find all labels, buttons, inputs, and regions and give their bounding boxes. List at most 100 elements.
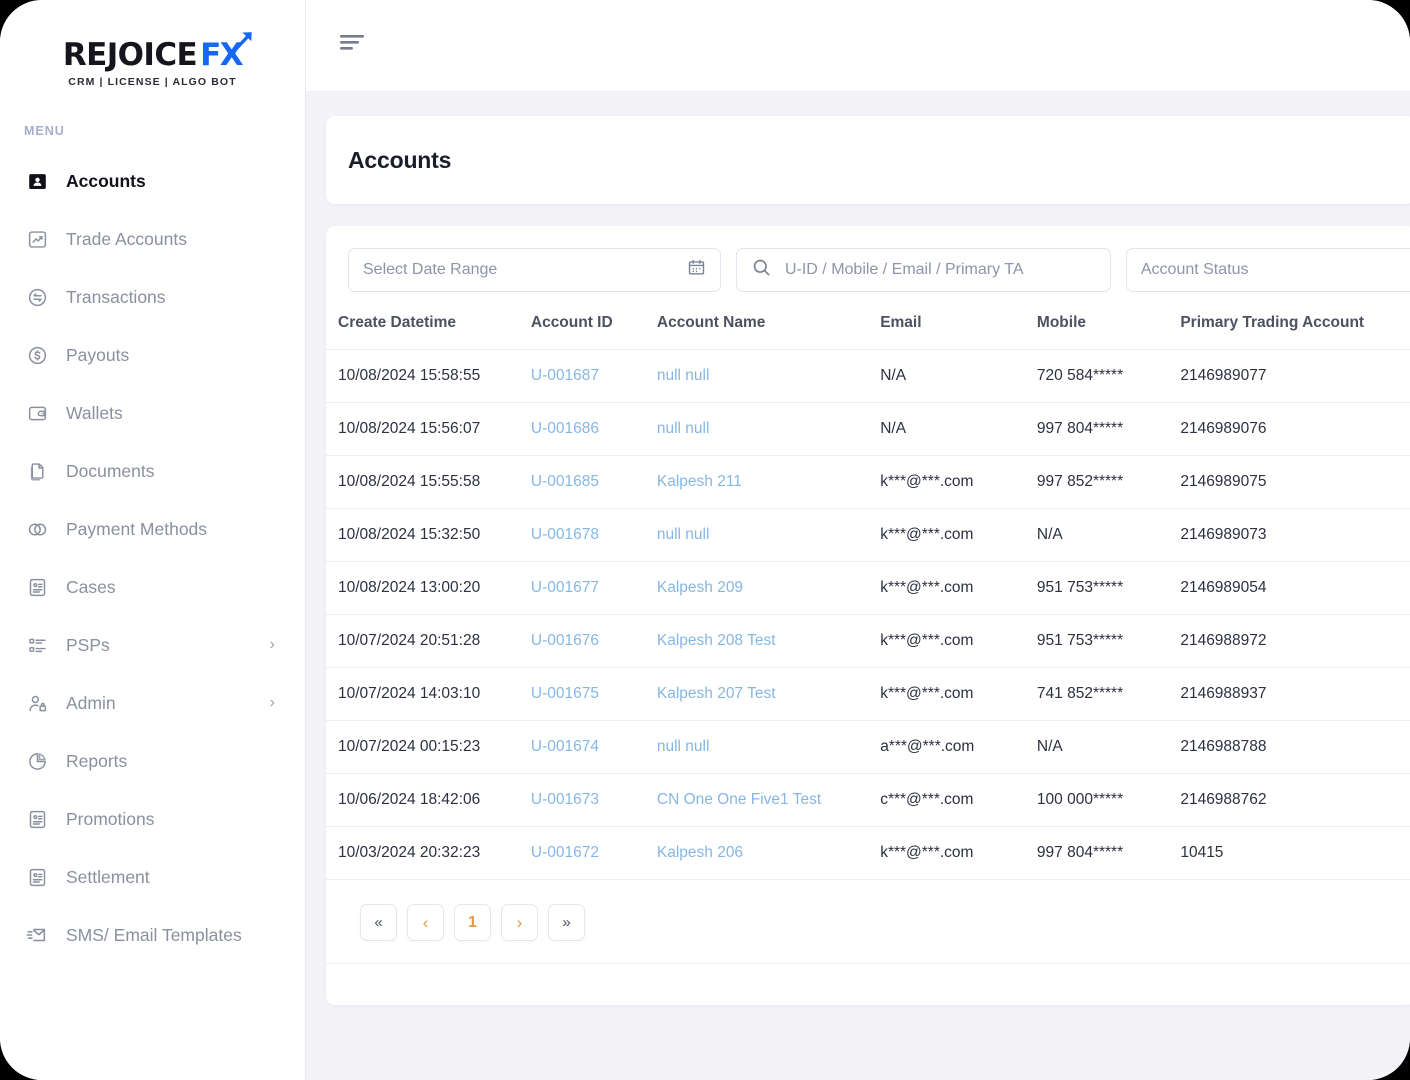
table-row[interactable]: 10/07/2024 14:03:10 U-001675 Kalpesh 207… <box>326 668 1410 721</box>
cell-email: k***@***.com <box>880 827 1037 880</box>
sidebar-item-label: PSPs <box>66 635 110 656</box>
cell-account-name[interactable]: CN One One Five1 Test <box>657 774 880 827</box>
table-row[interactable]: 10/08/2024 15:32:50 U-001678 null null k… <box>326 509 1410 562</box>
search-input[interactable]: U-ID / Mobile / Email / Primary TA <box>736 248 1111 292</box>
cell-account-name[interactable]: Kalpesh 209 <box>657 562 880 615</box>
sidebar-item-documents[interactable]: Documents <box>0 442 305 500</box>
cell-account-id[interactable]: U-001675 <box>531 668 657 721</box>
sidebar-item-psps[interactable]: PSPs › <box>0 616 305 674</box>
main-area: Accounts Select Date Range <box>306 0 1410 1080</box>
cell-account-id[interactable]: U-001685 <box>531 456 657 509</box>
cell-email: a***@***.com <box>880 721 1037 774</box>
sidebar-item-promotions[interactable]: Promotions <box>0 790 305 848</box>
cell-account-name[interactable]: Kalpesh 206 <box>657 827 880 880</box>
sidebar-item-label: Payment Methods <box>66 519 207 540</box>
table-row[interactable]: 10/08/2024 15:58:55 U-001687 null null N… <box>326 350 1410 403</box>
account-status-select[interactable]: Account Status <box>1126 248 1410 292</box>
cell-mobile: 100 000***** <box>1037 774 1180 827</box>
cell-account-name[interactable]: null null <box>657 509 880 562</box>
table-header-row: Create Datetime Account ID Account Name … <box>326 314 1410 350</box>
wallet-icon <box>24 403 50 424</box>
column-header-account-id[interactable]: Account ID <box>531 314 657 350</box>
chart-box-icon <box>24 229 50 250</box>
pagination-first-button[interactable]: « <box>360 904 397 941</box>
cell-pta: 2146989073 <box>1180 509 1410 562</box>
cell-account-id[interactable]: U-001674 <box>531 721 657 774</box>
sidebar-item-label: Promotions <box>66 809 155 830</box>
cell-pta: 2146989075 <box>1180 456 1410 509</box>
sidebar-item-label: Admin <box>66 693 116 714</box>
cell-email: k***@***.com <box>880 668 1037 721</box>
column-header-primary-trading-account[interactable]: Primary Trading Account <box>1180 314 1410 350</box>
brand-logo[interactable]: REJOICE FX CRM | LICENSE | ALGO BOT <box>0 24 305 88</box>
accounts-table-card: Select Date Range <box>326 226 1410 1005</box>
table-row[interactable]: 10/07/2024 00:15:23 U-001674 null null a… <box>326 721 1410 774</box>
cell-account-id[interactable]: U-001677 <box>531 562 657 615</box>
id-card-icon <box>24 809 50 830</box>
cell-account-name[interactable]: null null <box>657 350 880 403</box>
cell-email: k***@***.com <box>880 615 1037 668</box>
sidebar-item-label: Cases <box>66 577 116 598</box>
column-header-account-name[interactable]: Account Name <box>657 314 880 350</box>
cell-account-id[interactable]: U-001672 <box>531 827 657 880</box>
sidebar-item-admin[interactable]: Admin › <box>0 674 305 732</box>
cell-account-id[interactable]: U-001687 <box>531 350 657 403</box>
cell-account-name[interactable]: Kalpesh 207 Test <box>657 668 880 721</box>
sidebar-item-payouts[interactable]: Payouts <box>0 326 305 384</box>
sidebar-item-label: Reports <box>66 751 127 772</box>
cell-account-name[interactable]: Kalpesh 208 Test <box>657 615 880 668</box>
cell-account-name[interactable]: null null <box>657 403 880 456</box>
table-row[interactable]: 10/08/2024 15:56:07 U-001686 null null N… <box>326 403 1410 456</box>
table-row[interactable]: 10/08/2024 13:00:20 U-001677 Kalpesh 209… <box>326 562 1410 615</box>
pagination: « ‹ 1 › » <box>326 880 1410 964</box>
hamburger-icon[interactable] <box>339 33 367 58</box>
content-area: Accounts Select Date Range <box>306 92 1410 1080</box>
table-head: Create Datetime Account ID Account Name … <box>326 314 1410 350</box>
cell-account-id[interactable]: U-001678 <box>531 509 657 562</box>
cell-account-id[interactable]: U-001676 <box>531 615 657 668</box>
table-row[interactable]: 10/03/2024 20:32:23 U-001672 Kalpesh 206… <box>326 827 1410 880</box>
exchange-circle-icon <box>24 287 50 308</box>
date-range-placeholder: Select Date Range <box>363 261 497 279</box>
table-row[interactable]: 10/08/2024 15:55:58 U-001685 Kalpesh 211… <box>326 456 1410 509</box>
cell-account-name[interactable]: null null <box>657 721 880 774</box>
cell-account-id[interactable]: U-001673 <box>531 774 657 827</box>
cell-mobile: 951 753***** <box>1037 615 1180 668</box>
cell-pta: 2146989077 <box>1180 350 1410 403</box>
sidebar-item-wallets[interactable]: Wallets <box>0 384 305 442</box>
sidebar-item-trade-accounts[interactable]: Trade Accounts <box>0 210 305 268</box>
sidebar-item-label: Payouts <box>66 345 129 366</box>
pagination-prev-button[interactable]: ‹ <box>407 904 444 941</box>
sidebar-item-payment-methods[interactable]: Payment Methods <box>0 500 305 558</box>
column-header-email[interactable]: Email <box>880 314 1037 350</box>
sidebar-item-cases[interactable]: Cases <box>0 558 305 616</box>
page-title: Accounts <box>348 147 451 174</box>
table-row[interactable]: 10/06/2024 18:42:06 U-001673 CN One One … <box>326 774 1410 827</box>
app-window: REJOICE FX CRM | LICENSE | ALGO BOT MENU <box>0 0 1410 1080</box>
pagination-next-button[interactable]: › <box>501 904 538 941</box>
sidebar-item-sms-email-templates[interactable]: SMS/ Email Templates <box>0 906 305 964</box>
cell-account-id[interactable]: U-001686 <box>531 403 657 456</box>
sidebar-item-label: SMS/ Email Templates <box>66 925 242 946</box>
column-header-mobile[interactable]: Mobile <box>1037 314 1180 350</box>
sidebar-item-settlement[interactable]: Settlement <box>0 848 305 906</box>
cell-mobile: 997 804***** <box>1037 403 1180 456</box>
date-range-input[interactable]: Select Date Range <box>348 248 721 292</box>
sidebar-item-accounts[interactable]: Accounts <box>0 152 305 210</box>
sidebar-item-label: Settlement <box>66 867 150 888</box>
cell-email: N/A <box>880 403 1037 456</box>
sidebar-item-transactions[interactable]: Transactions <box>0 268 305 326</box>
accounts-table: Create Datetime Account ID Account Name … <box>326 314 1410 880</box>
user-lock-icon <box>24 693 50 714</box>
table-row[interactable]: 10/07/2024 20:51:28 U-001676 Kalpesh 208… <box>326 615 1410 668</box>
pagination-page-1-button[interactable]: 1 <box>454 904 491 941</box>
cell-mobile: N/A <box>1037 721 1180 774</box>
column-header-create-datetime[interactable]: Create Datetime <box>326 314 531 350</box>
table-body: 10/08/2024 15:58:55 U-001687 null null N… <box>326 350 1410 880</box>
sidebar-item-reports[interactable]: Reports <box>0 732 305 790</box>
cell-pta: 2146988788 <box>1180 721 1410 774</box>
cell-create-datetime: 10/06/2024 18:42:06 <box>326 774 531 827</box>
sidebar-item-label: Wallets <box>66 403 123 424</box>
pagination-last-button[interactable]: » <box>548 904 585 941</box>
cell-account-name[interactable]: Kalpesh 211 <box>657 456 880 509</box>
